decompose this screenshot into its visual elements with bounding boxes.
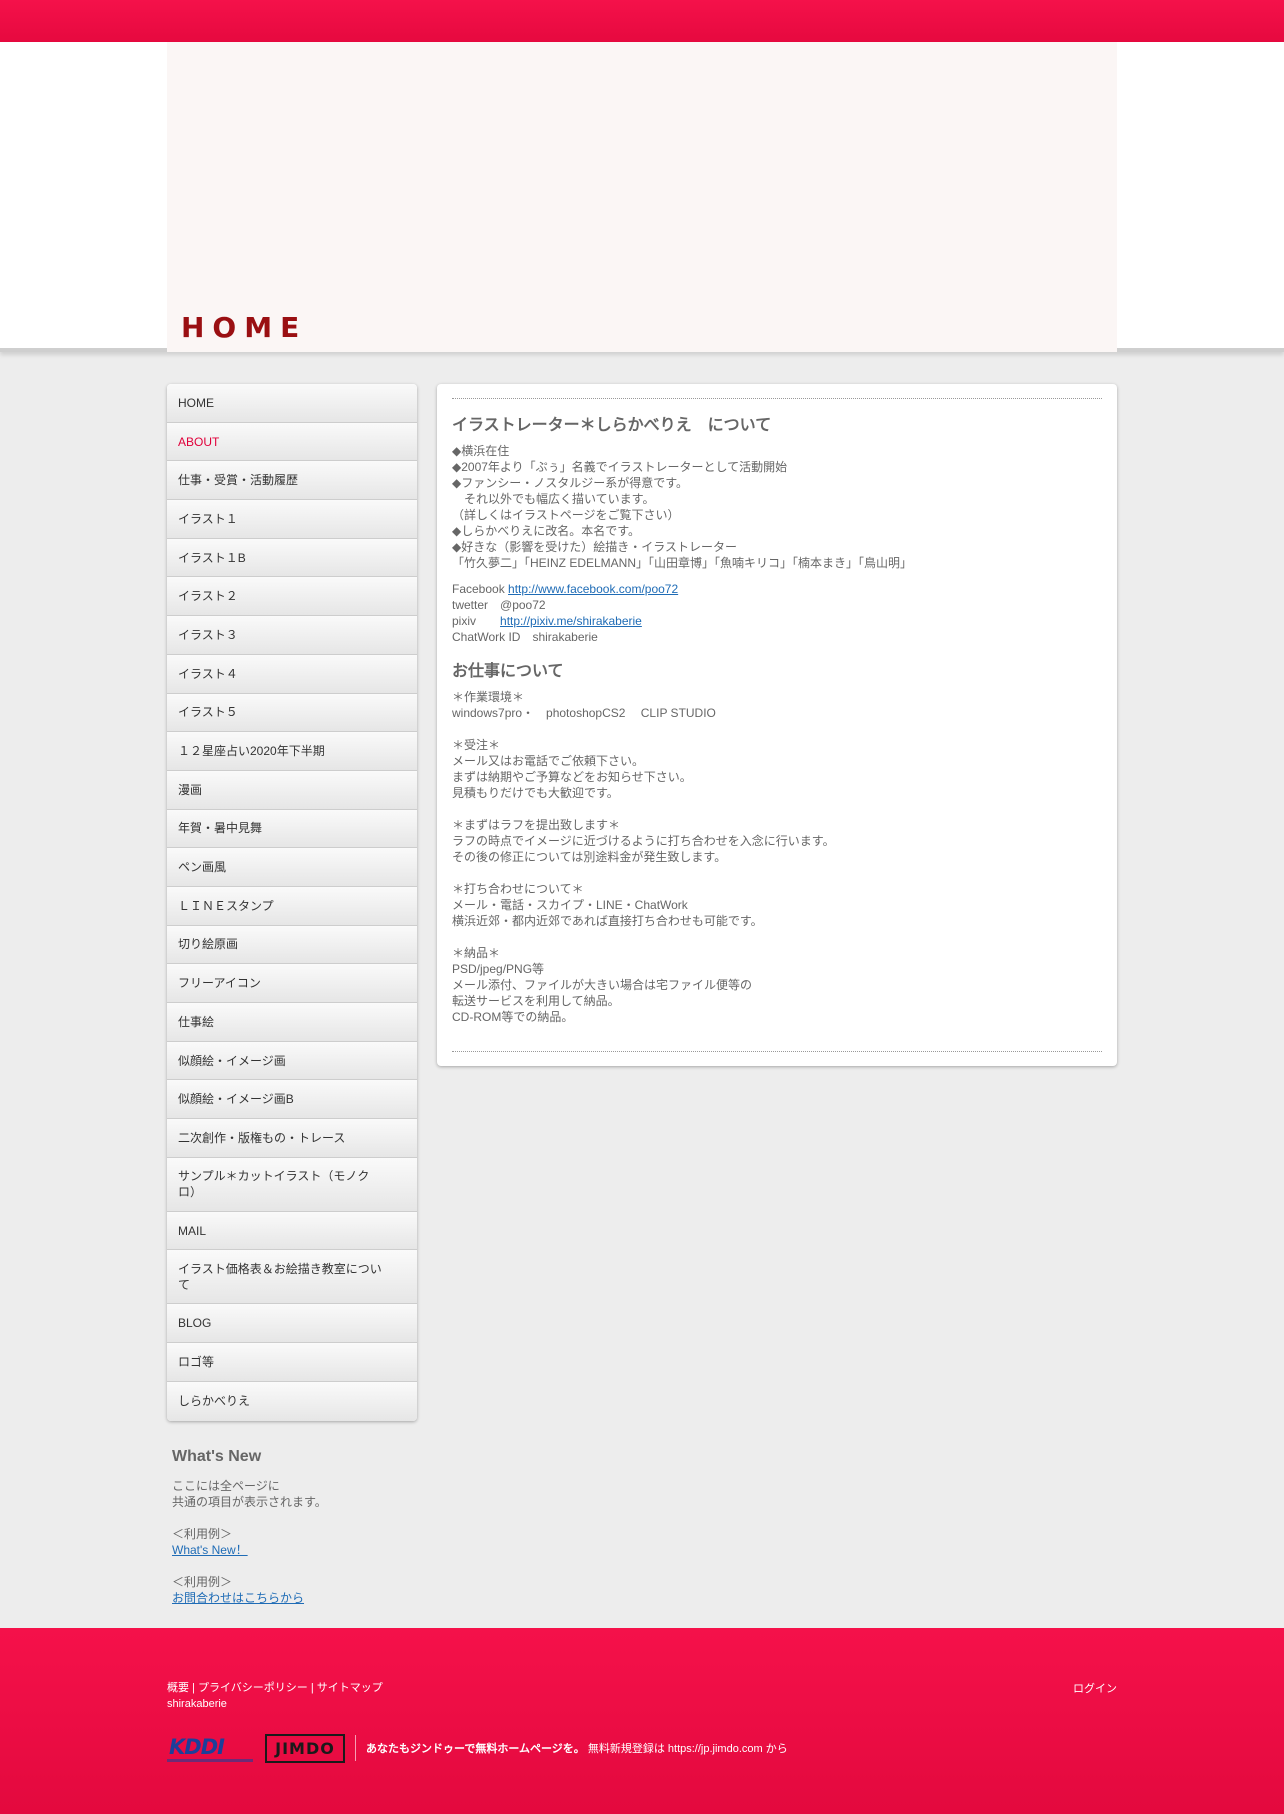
work-text: ＊作業環境＊ windows7pro・ photoshopCS2 CLIP STU… [452,689,1102,1025]
work-line: windows7pro・ photoshopCS2 CLIP STUDIO [452,706,716,720]
nav-item[interactable]: フリーアイコン [167,964,417,1003]
sidebar: HOME ABOUT 仕事・受賞・活動履歴 イラスト１ イラスト１B イラスト２ イラスト３… [167,384,417,1606]
nav-item[interactable]: イラスト３ [167,616,417,655]
nav-item[interactable]: 切り絵原画 [167,925,417,965]
nav-item[interactable]: しらかべりえ [167,1381,417,1421]
work-line [452,865,1102,881]
about-line: 「竹久夢二」「HEINZ EDELMANN」「山田章博」「魚喃キリコ」「楠本まき… [452,556,913,570]
whats-new-title: What's New [172,1447,262,1465]
nav-item[interactable]: 漫画 [167,770,417,810]
jimdo-logo[interactable]: JIMDO [265,1733,345,1763]
main-content: イラストレーター＊しらかべりえ について ◆横浜在住 ◆2007年より「ぷぅ」名義… [437,384,1117,1066]
work-line: ＊受注＊ [452,738,501,752]
nav-item[interactable]: １２星座占い2020年下半期 [167,732,417,771]
work-line: ＊打ち合わせについて＊ [452,882,584,896]
nav-item[interactable]: イラスト２ [167,577,417,617]
header: HOME [0,42,1284,352]
overview-link[interactable]: 概要 [167,1682,189,1694]
contact-link[interactable]: お問合わせはこちらから [172,1591,304,1605]
work-line: 横浜近郊・都内近郊であれば直接打ち合わせも可能です。 [452,914,763,928]
about-line: ◆ファンシー・ノスタルジー系が得意です。 [452,476,689,490]
work-line: メール添付、ファイルが大きい場合は宅ファイル便等の [452,978,753,992]
about-text: ◆横浜在住 ◆2007年より「ぷぅ」名義でイラストレーターとして活動開始 ◆ファンシ… [452,443,1102,571]
about-line: ◆2007年より「ぷぅ」名義でイラストレーターとして活動開始 [452,460,788,474]
work-line: ラフの時点でイメージに近づけるように打ち合わせを入念に行います。 [452,834,835,848]
footer-site-name: shirakaberie [167,1698,227,1710]
whats-new-text: 共通の項目が表示されます。 [172,1494,327,1509]
page-title: HOME [181,311,308,344]
work-line: メール・電話・スカイプ・LINE・ChatWork [452,898,688,912]
footer-links: 概要 | プライバシーポリシー | サイトマップ shirakaberie [167,1682,383,1710]
work-line: ＊納品＊ [452,946,501,960]
divider [452,1051,1102,1052]
jimdo-promo[interactable]: あなたもジンドゥーで無料ホームページを。 無料新規登録は https://jp.… [366,1740,788,1756]
about-line: それ以外でも幅広く描いています。 [452,492,655,506]
nav-item[interactable]: ペン画風 [167,848,417,887]
nav-item[interactable]: 似顔絵・イメージ画B [167,1080,417,1120]
divider [452,398,1102,399]
nav-item[interactable]: 年賀・暑中見舞 [167,809,417,849]
example-label: ＜利用例＞ [172,1574,233,1589]
nav-item[interactable]: イラスト５ [167,693,417,733]
nav-item[interactable]: 仕事・受賞・活動履歴 [167,461,417,501]
nav-item[interactable]: HOME [167,384,417,423]
facebook-line: Facebook http://www.facebook.com/poo72 [452,582,679,596]
work-line: その後の修正については別途料金が発生致します。 [452,850,727,864]
nav-item[interactable]: ABOUT [167,422,417,462]
work-line: ＊まずはラフを提出致します＊ [452,818,621,832]
work-line [452,801,1102,817]
about-line: ◆横浜在住 [452,444,510,458]
work-line: ＊作業環境＊ [452,690,525,704]
top-bar [0,0,1284,42]
pixiv-link[interactable]: http://pixiv.me/shirakaberie [500,614,642,628]
nav-item[interactable]: ロゴ等 [167,1343,417,1382]
nav-item[interactable]: サンプル＊カットイラスト（モノクロ） [167,1157,417,1212]
about-heading: イラストレーター＊しらかべりえ について [452,417,772,434]
work-line [452,929,1102,945]
nav-item[interactable]: MAIL [167,1211,417,1251]
header-banner: HOME [167,42,1117,352]
nav-item[interactable]: 似顔絵・イメージ画 [167,1041,417,1081]
privacy-link[interactable]: プライバシーポリシー [198,1682,308,1694]
work-line: まずは納期やご予算などをお知らせ下さい。 [452,770,692,784]
whats-new-box: What's New ここには全ページに 共通の項目が表示されます。 ＜利用例＞… [167,1448,417,1606]
nav-item[interactable]: イラスト１ [167,500,417,539]
divider [355,1735,356,1761]
work-line: 見積もりだけでも大歓迎です。 [452,786,619,800]
work-line: CD-ROM等での納品。 [452,1010,574,1024]
work-line: 転送サービスを利用して納品。 [452,994,620,1008]
about-line: ◆しらかべりえに改名。本名です。 [452,524,641,538]
work-heading: お仕事について [452,663,564,680]
nav-item[interactable]: BLOG [167,1304,417,1344]
example-label: ＜利用例＞ [172,1526,233,1541]
chatwork-line: ChatWork ID shirakaberie [452,630,598,644]
svg-text:KDDI: KDDI [169,1735,225,1759]
work-line [452,721,1102,737]
sitemap-link[interactable]: サイトマップ [317,1682,383,1694]
whats-new-text: ここには全ページに [172,1478,280,1493]
facebook-link[interactable]: http://www.facebook.com/poo72 [508,582,678,596]
nav-item[interactable]: 仕事絵 [167,1003,417,1042]
login-link[interactable]: ログイン [1073,1680,1117,1696]
nav-item[interactable]: イラスト価格表＆お絵描き教室について [167,1250,417,1305]
about-line: （詳しくはイラストページをご覧下さい） [452,508,680,522]
nav-item[interactable]: イラスト１B [167,538,417,578]
work-line: PSD/jpeg/PNG等 [452,962,545,976]
whats-new-link[interactable]: What's New！ [172,1543,248,1557]
nav-item[interactable]: 二次創作・版権もの・トレース [167,1119,417,1158]
footer: 概要 | プライバシーポリシー | サイトマップ shirakaberie ログ… [0,1628,1284,1814]
about-line: ◆好きな（影響を受けた）絵描き・イラストレーター [452,540,737,554]
kddi-logo[interactable]: KDDI [167,1732,253,1764]
work-line: メール又はお電話でご依頼下さい。 [452,754,645,768]
nav-item[interactable]: イラスト４ [167,654,417,694]
main-navigation: HOME ABOUT 仕事・受賞・活動履歴 イラスト１ イラスト１B イラスト２ イラスト３… [167,384,417,1421]
footer-branding: KDDI JIMDO あなたもジンドゥーで無料ホームページを。 無料新規登録は … [167,1728,788,1768]
twitter-line: twetter @poo72 [452,598,546,612]
pixiv-line: pixiv http://pixiv.me/shirakaberie [452,614,642,628]
nav-item[interactable]: ＬＩＮＥスタンプ [167,886,417,926]
